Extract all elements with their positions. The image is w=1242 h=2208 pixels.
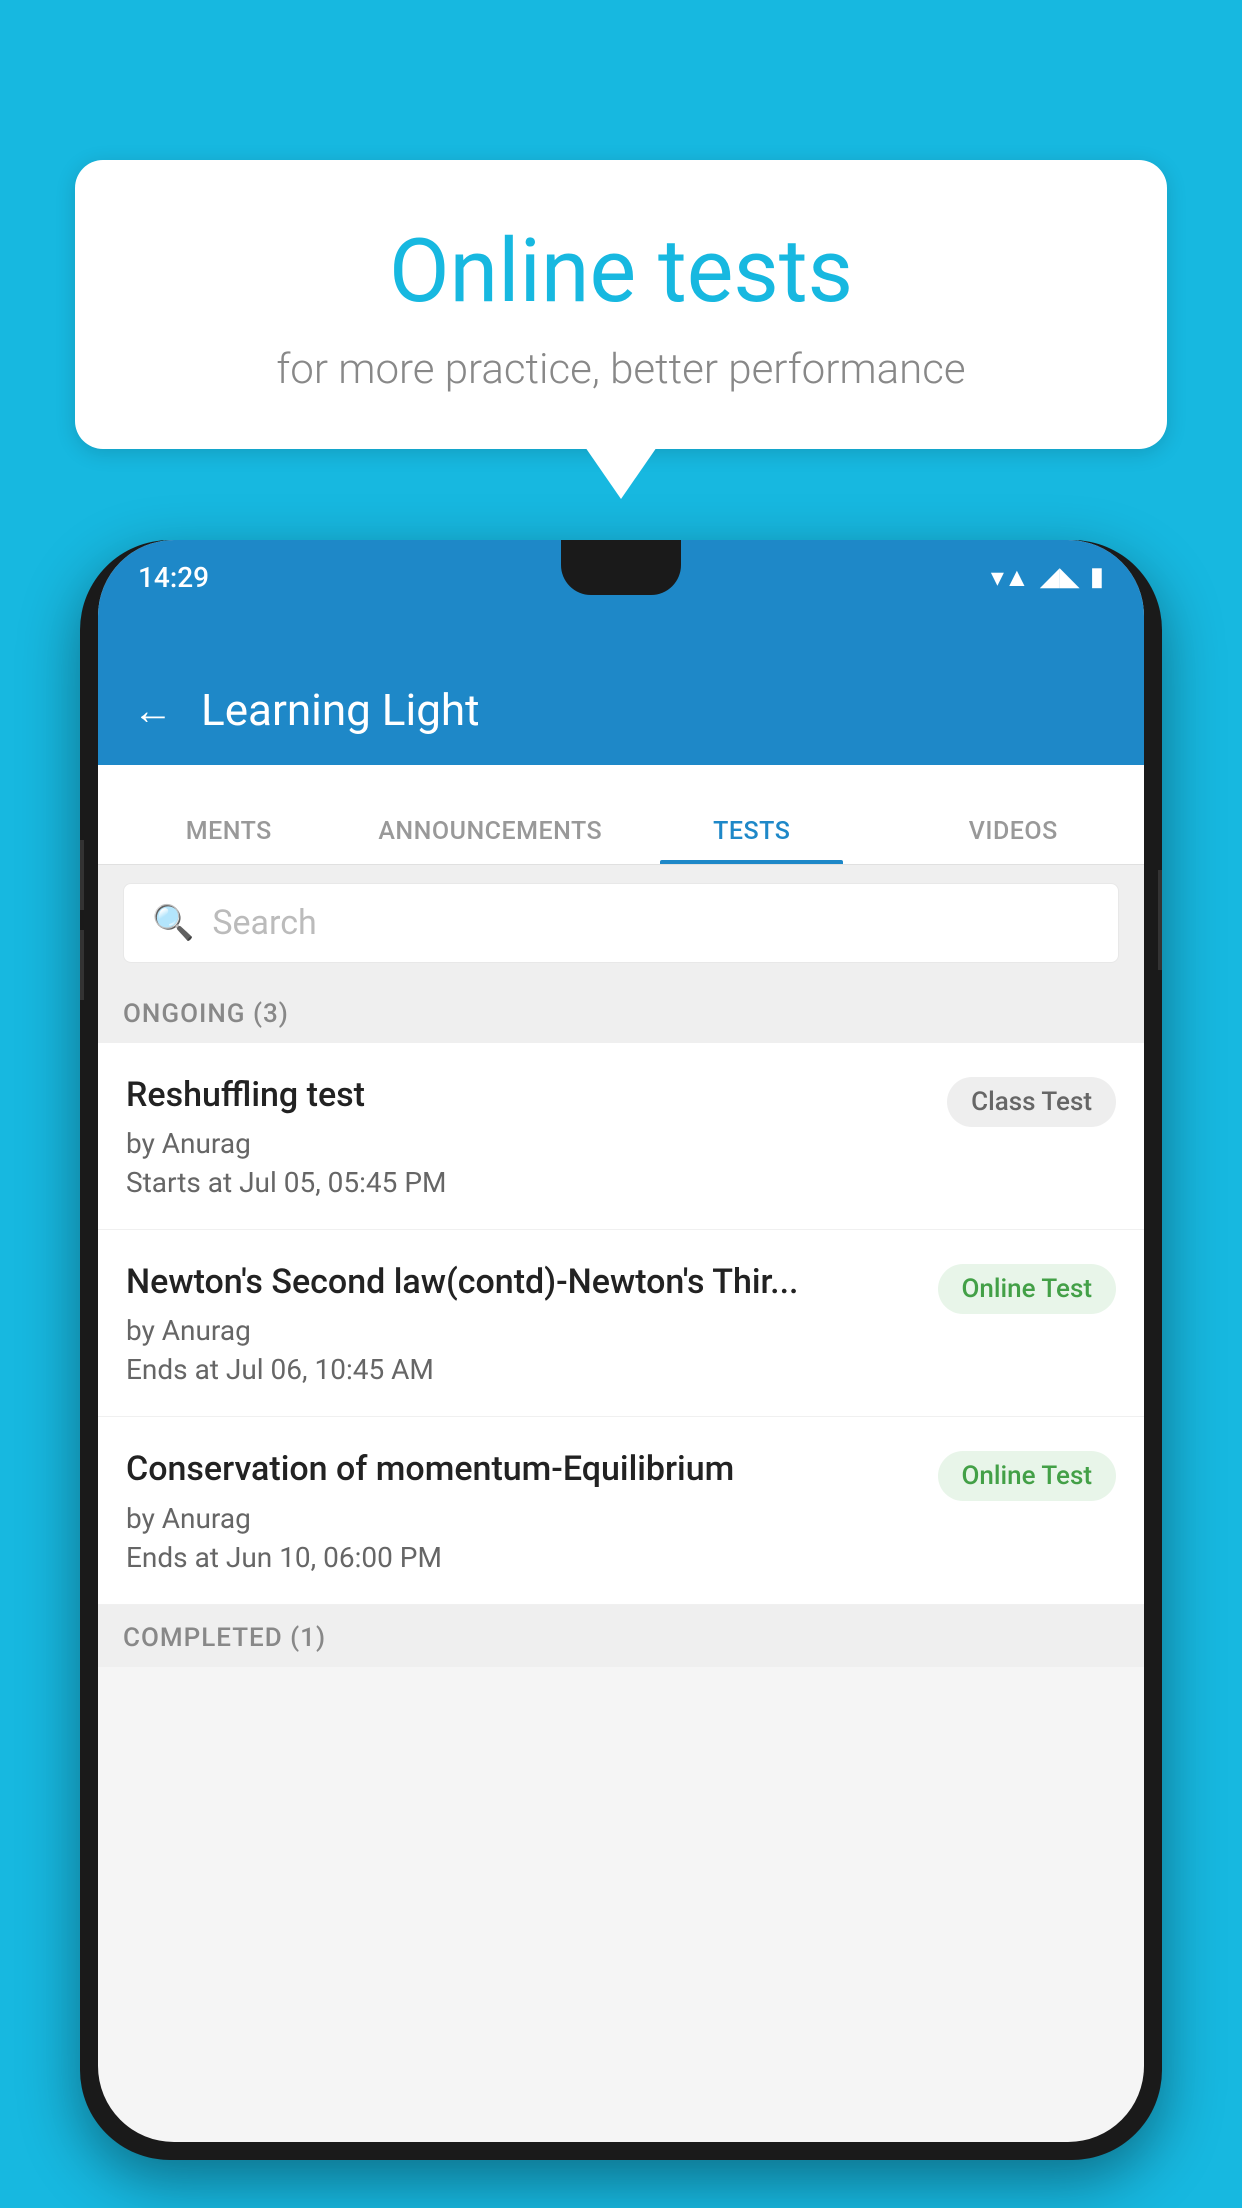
test-time-3: Ends at Jun 10, 06:00 PM bbox=[126, 1541, 918, 1574]
test-list: Reshuffling test by Anurag Starts at Jul… bbox=[98, 1043, 1144, 1605]
test-time-1: Starts at Jul 05, 05:45 PM bbox=[126, 1166, 927, 1199]
test-item-2[interactable]: Newton's Second law(contd)-Newton's Thir… bbox=[98, 1230, 1144, 1417]
phone-screen: 14:29 ▾▲ ◢◣ ▮ ← Learning Light MENTS ANN… bbox=[98, 540, 1144, 2142]
notch-area: 14:29 ▾▲ ◢◣ ▮ bbox=[98, 540, 1144, 655]
tab-bar: MENTS ANNOUNCEMENTS TESTS VIDEOS bbox=[98, 765, 1144, 865]
test-item-1[interactable]: Reshuffling test by Anurag Starts at Jul… bbox=[98, 1043, 1144, 1230]
vol-down-button bbox=[80, 930, 84, 1000]
test-info-2: Newton's Second law(contd)-Newton's Thir… bbox=[126, 1260, 938, 1386]
test-author-2: by Anurag bbox=[126, 1314, 918, 1347]
test-item-3[interactable]: Conservation of momentum-Equilibrium by … bbox=[98, 1417, 1144, 1604]
test-name-1: Reshuffling test bbox=[126, 1073, 927, 1117]
notch bbox=[561, 540, 681, 595]
tab-ments[interactable]: MENTS bbox=[98, 817, 360, 864]
search-container: 🔍 Search bbox=[98, 865, 1144, 981]
battery-icon: ▮ bbox=[1090, 562, 1104, 592]
bubble-subtitle: for more practice, better performance bbox=[145, 345, 1097, 394]
status-time: 14:29 bbox=[138, 561, 209, 594]
phone-frame: 14:29 ▾▲ ◢◣ ▮ ← Learning Light MENTS ANN… bbox=[80, 540, 1162, 2160]
test-name-3: Conservation of momentum-Equilibrium bbox=[126, 1447, 918, 1491]
signal-icon: ◢◣ bbox=[1040, 562, 1080, 592]
tab-tests[interactable]: TESTS bbox=[621, 817, 883, 864]
test-time-2: Ends at Jul 06, 10:45 AM bbox=[126, 1353, 918, 1386]
test-author-1: by Anurag bbox=[126, 1127, 927, 1160]
test-tag-3: Online Test bbox=[938, 1451, 1117, 1501]
test-author-3: by Anurag bbox=[126, 1502, 918, 1535]
wifi-icon: ▾▲ bbox=[991, 562, 1030, 593]
tab-announcements[interactable]: ANNOUNCEMENTS bbox=[360, 817, 622, 864]
tab-videos[interactable]: VIDEOS bbox=[883, 817, 1145, 864]
search-input[interactable]: Search bbox=[212, 903, 316, 943]
speech-bubble: Online tests for more practice, better p… bbox=[75, 160, 1167, 449]
search-bar[interactable]: 🔍 Search bbox=[123, 883, 1119, 963]
ongoing-section-header: ONGOING (3) bbox=[98, 981, 1144, 1043]
search-icon: 🔍 bbox=[152, 903, 194, 943]
bubble-title: Online tests bbox=[145, 220, 1097, 323]
test-name-2: Newton's Second law(contd)-Newton's Thir… bbox=[126, 1260, 918, 1304]
test-tag-2: Online Test bbox=[938, 1264, 1117, 1314]
vol-up-button bbox=[80, 840, 84, 910]
test-info-3: Conservation of momentum-Equilibrium by … bbox=[126, 1447, 938, 1573]
app-bar-title: Learning Light bbox=[201, 684, 480, 736]
app-bar: ← Learning Light bbox=[98, 655, 1144, 765]
completed-section-header: COMPLETED (1) bbox=[98, 1605, 1144, 1667]
test-tag-1: Class Test bbox=[947, 1077, 1116, 1127]
power-button bbox=[1158, 870, 1162, 970]
status-icons: ▾▲ ◢◣ ▮ bbox=[991, 562, 1104, 593]
test-info-1: Reshuffling test by Anurag Starts at Jul… bbox=[126, 1073, 947, 1199]
back-icon[interactable]: ← bbox=[133, 687, 173, 734]
